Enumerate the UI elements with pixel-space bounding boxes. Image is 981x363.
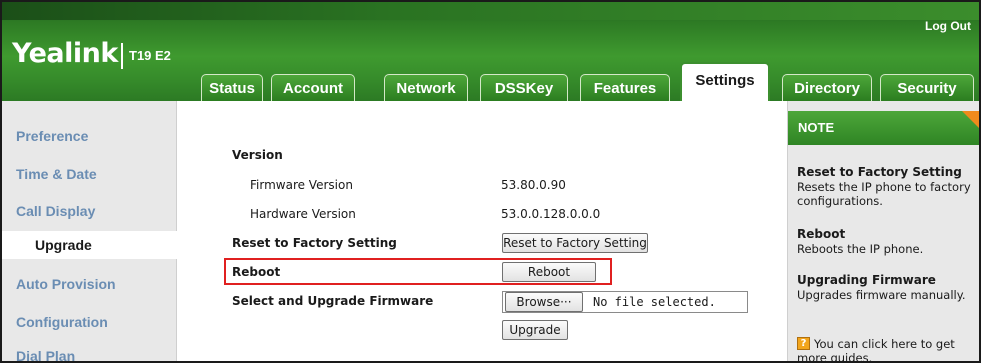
logout-link[interactable]: Log Out [925, 19, 971, 33]
page-frame: Yealink T19 E2 Log Out Status Account Ne… [0, 0, 981, 363]
version-heading: Version [232, 148, 283, 162]
note-reboot-title: Reboot [797, 227, 846, 241]
hardware-version-label: Hardware Version [250, 207, 356, 221]
sidebar-item-configuration[interactable]: Configuration [16, 314, 108, 330]
reboot-label: Reboot [232, 265, 281, 279]
sidebar-item-preference[interactable]: Preference [16, 128, 88, 144]
tab-settings[interactable]: Settings [680, 62, 770, 102]
model-label: T19 E2 [129, 48, 171, 63]
reboot-button[interactable]: Reboot [502, 262, 596, 282]
note-reset-text: Resets the IP phone to factory configura… [797, 180, 971, 208]
note-upgrade-title: Upgrading Firmware [797, 273, 936, 287]
tab-account[interactable]: Account [271, 74, 355, 101]
note-help-text[interactable]: You can click here to get more guides. [797, 337, 979, 361]
brand-logo: Yealink [12, 38, 118, 69]
tab-security[interactable]: Security [880, 74, 974, 101]
header-top-band [2, 2, 979, 20]
firmware-version-value: 53.80.0.90 [501, 178, 566, 192]
upgrade-button[interactable]: Upgrade [502, 320, 568, 340]
reset-factory-button[interactable]: Reset to Factory Setting [502, 233, 648, 253]
note-reboot-text: Reboots the IP phone. [797, 242, 924, 256]
sidebar-item-dial-plan[interactable]: Dial Plan [16, 348, 75, 361]
tab-status[interactable]: Status [201, 74, 263, 101]
note-panel: NOTE Reset to Factory Setting Resets the… [787, 101, 979, 361]
logo-separator [121, 43, 123, 69]
upgrade-firmware-label: Select and Upgrade Firmware [232, 294, 434, 308]
header-bar: Yealink T19 E2 Log Out Status Account Ne… [2, 2, 979, 102]
firmware-version-label: Firmware Version [250, 178, 353, 192]
tab-features[interactable]: Features [580, 74, 670, 101]
main-content: Version Firmware Version 53.80.0.90 Hard… [178, 101, 786, 361]
sidebar-item-time-date[interactable]: Time & Date [16, 166, 97, 182]
sidebar-item-call-display[interactable]: Call Display [16, 203, 95, 219]
tab-directory[interactable]: Directory [782, 74, 872, 101]
sidebar-item-upgrade[interactable]: Upgrade [2, 231, 177, 259]
note-corner-flag [962, 111, 979, 131]
note-reset-title: Reset to Factory Setting [797, 165, 962, 179]
tab-network[interactable]: Network [384, 74, 468, 101]
firmware-file-input[interactable]: Browse··· No file selected. [502, 291, 748, 313]
sidebar: Preference Time & Date Call Display Upgr… [2, 101, 177, 361]
sidebar-item-auto-provision[interactable]: Auto Provision [16, 276, 116, 292]
note-title: NOTE [798, 120, 835, 135]
reset-factory-label: Reset to Factory Setting [232, 236, 397, 250]
note-header: NOTE [788, 111, 979, 145]
file-status-text: No file selected. [593, 295, 716, 309]
note-upgrade-text: Upgrades firmware manually. [797, 288, 966, 302]
browse-button[interactable]: Browse··· [505, 292, 583, 312]
tab-dsskey[interactable]: DSSKey [480, 74, 568, 101]
hardware-version-value: 53.0.0.128.0.0.0 [501, 207, 601, 221]
